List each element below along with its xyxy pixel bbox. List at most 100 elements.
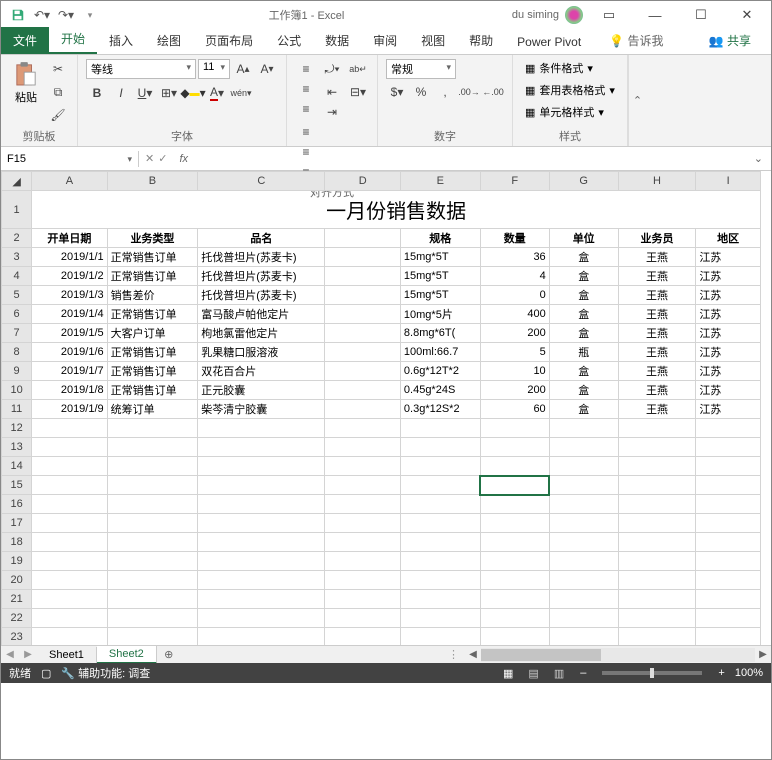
tab-insert[interactable]: 插入 xyxy=(97,27,145,54)
cut-icon[interactable]: ✂ xyxy=(47,59,69,79)
avatar[interactable] xyxy=(565,6,583,24)
increase-font-icon[interactable]: A▴ xyxy=(232,59,254,79)
add-sheet-icon[interactable]: ⊕ xyxy=(157,648,181,661)
currency-icon[interactable]: $▾ xyxy=(386,82,408,102)
page-break-icon[interactable]: ▥ xyxy=(548,668,570,680)
active-cell[interactable] xyxy=(480,476,549,495)
table-row[interactable]: 72019/1/5大客户订单枸地氯雷他定片8.8mg*6T(200盒王燕江苏 xyxy=(2,324,761,343)
table-row[interactable]: 20 xyxy=(2,571,761,590)
table-row[interactable]: 2开单日期业务类型品名规格数量单位业务员地区 xyxy=(2,229,761,248)
scroll-left-icon[interactable]: ◀ xyxy=(465,649,481,660)
percent-icon[interactable]: % xyxy=(410,82,432,102)
wrap-icon[interactable]: ab↵ xyxy=(347,59,369,79)
comma-icon[interactable]: , xyxy=(434,82,456,102)
zoom-level[interactable]: 100% xyxy=(735,667,763,679)
share-button[interactable]: 👥 共享 xyxy=(697,27,763,54)
table-row[interactable]: 21 xyxy=(2,590,761,609)
table-row[interactable]: 14 xyxy=(2,457,761,476)
zoom-in-icon[interactable]: + xyxy=(718,667,724,679)
align-bot-icon[interactable]: ≡ xyxy=(295,99,317,119)
tab-formula[interactable]: 公式 xyxy=(265,27,313,54)
table-row[interactable]: 22 xyxy=(2,609,761,628)
table-row[interactable]: 12 xyxy=(2,419,761,438)
align-mid-icon[interactable]: ≡ xyxy=(295,79,317,99)
enter-formula-icon[interactable]: ✓ xyxy=(158,152,167,165)
table-row[interactable]: 62019/1/4正常销售订单富马酸卢帕他定片10mg*5片400盒王燕江苏 xyxy=(2,305,761,324)
decrease-font-icon[interactable]: A▾ xyxy=(256,59,278,79)
table-row[interactable]: 19 xyxy=(2,552,761,571)
minimize-icon[interactable]: — xyxy=(635,1,675,29)
table-row[interactable]: 15 xyxy=(2,476,761,495)
col-headers[interactable]: ◢ABCDEFGHI xyxy=(2,172,761,191)
indent-dec-icon[interactable]: ⇤ xyxy=(321,82,343,102)
undo-icon[interactable]: ↶▾ xyxy=(31,4,53,26)
sheet-tab-2[interactable]: Sheet2 xyxy=(97,646,157,664)
tab-help[interactable]: 帮助 xyxy=(457,27,505,54)
name-box[interactable]: F15 xyxy=(1,151,139,167)
indent-inc-icon[interactable]: ⇥ xyxy=(321,102,343,122)
expand-fbar-icon[interactable]: ⌄ xyxy=(746,152,771,165)
font-name-select[interactable]: 等线 xyxy=(86,59,196,79)
cond-format-button[interactable]: ▦条件格式▾ xyxy=(521,59,619,77)
table-format-button[interactable]: ▦套用表格格式▾ xyxy=(521,81,619,99)
tab-nav-prev-icon[interactable]: ◀ xyxy=(1,649,19,660)
tab-data[interactable]: 数据 xyxy=(313,27,361,54)
accessibility-status[interactable]: 🔧 辅助功能: 调查 xyxy=(61,665,150,681)
font-color-icon[interactable]: A▾ xyxy=(206,83,228,103)
table-row[interactable]: 82019/1/6正常销售订单乳果糖口服溶液100ml:66.75瓶王燕江苏 xyxy=(2,343,761,362)
font-size-select[interactable]: 11 xyxy=(198,59,230,79)
align-left-icon[interactable]: ≡ xyxy=(295,122,317,142)
table-row[interactable]: 92019/1/7正常销售订单双花百合片0.6g*12T*210盒王燕江苏 xyxy=(2,362,761,381)
fx-icon[interactable]: fx xyxy=(173,153,194,165)
table-row[interactable]: 17 xyxy=(2,514,761,533)
number-format-select[interactable]: 常规 xyxy=(386,59,456,79)
horizontal-scrollbar[interactable]: ◀ ▶ xyxy=(465,645,771,663)
tab-view[interactable]: 视图 xyxy=(409,27,457,54)
zoom-slider[interactable] xyxy=(602,671,702,675)
table-row[interactable]: 13 xyxy=(2,438,761,457)
format-painter-icon[interactable]: 🖌 xyxy=(47,105,69,125)
table-row[interactable]: 32019/1/1正常销售订单托伐普坦片(苏麦卡)15mg*5T36盒王燕江苏 xyxy=(2,248,761,267)
cancel-formula-icon[interactable]: ✕ xyxy=(145,152,154,165)
zoom-out-icon[interactable]: – xyxy=(580,667,586,679)
scroll-right-icon[interactable]: ▶ xyxy=(755,649,771,660)
table-row[interactable]: 18 xyxy=(2,533,761,552)
page-layout-icon[interactable]: ▤ xyxy=(522,668,544,680)
tell-me[interactable]: 💡 告诉我 xyxy=(597,27,675,54)
sheet-tab-1[interactable]: Sheet1 xyxy=(37,647,97,663)
table-row[interactable]: 16 xyxy=(2,495,761,514)
dec-decimal-icon[interactable]: ←.00 xyxy=(482,82,504,102)
normal-view-icon[interactable]: ▦ xyxy=(497,668,519,680)
bold-icon[interactable]: B xyxy=(86,83,108,103)
table-row[interactable]: 102019/1/8正常销售订单正元胶囊0.45g*24S200盒王燕江苏 xyxy=(2,381,761,400)
select-all[interactable]: ◢ xyxy=(2,172,32,191)
italic-icon[interactable]: I xyxy=(110,83,132,103)
tab-draw[interactable]: 绘图 xyxy=(145,27,193,54)
maximize-icon[interactable]: ☐ xyxy=(681,1,721,29)
table-row[interactable]: 1一月份销售数据 xyxy=(2,191,761,229)
paste-button[interactable]: 粘贴 xyxy=(9,59,43,107)
qat-more-icon[interactable]: ▾ xyxy=(79,4,101,26)
underline-icon[interactable]: U▾ xyxy=(134,83,156,103)
orientation-icon[interactable]: ⤾▾ xyxy=(321,59,343,79)
scroll-thumb[interactable] xyxy=(481,649,601,661)
fill-color-icon[interactable]: ◆▬▾ xyxy=(182,83,204,103)
table-row[interactable]: 52019/1/3销售差价托伐普坦片(苏麦卡)15mg*5T0盒王燕江苏 xyxy=(2,286,761,305)
tab-review[interactable]: 审阅 xyxy=(361,27,409,54)
align-center-icon[interactable]: ≡ xyxy=(295,142,317,162)
save-icon[interactable] xyxy=(7,4,29,26)
tab-home[interactable]: 开始 xyxy=(49,25,97,54)
inc-decimal-icon[interactable]: .00→ xyxy=(458,82,480,102)
cell-style-button[interactable]: ▦单元格样式▾ xyxy=(521,103,619,121)
align-top-icon[interactable]: ≡ xyxy=(295,59,317,79)
redo-icon[interactable]: ↷▾ xyxy=(55,4,77,26)
close-icon[interactable]: ✕ xyxy=(727,1,767,29)
ribbon-options-icon[interactable]: ▭ xyxy=(589,1,629,29)
tab-file[interactable]: 文件 xyxy=(1,27,49,54)
tab-nav-next-icon[interactable]: ▶ xyxy=(19,649,37,660)
copy-icon[interactable]: ⧉ xyxy=(47,82,69,102)
sheet-title[interactable]: 一月份销售数据 xyxy=(32,191,761,229)
tab-pivot[interactable]: Power Pivot xyxy=(505,30,593,54)
macro-rec-icon[interactable]: ▢ xyxy=(41,667,51,680)
worksheet-grid[interactable]: ◢ABCDEFGHI 1一月份销售数据 2开单日期业务类型品名规格数量单位业务员… xyxy=(1,171,771,663)
